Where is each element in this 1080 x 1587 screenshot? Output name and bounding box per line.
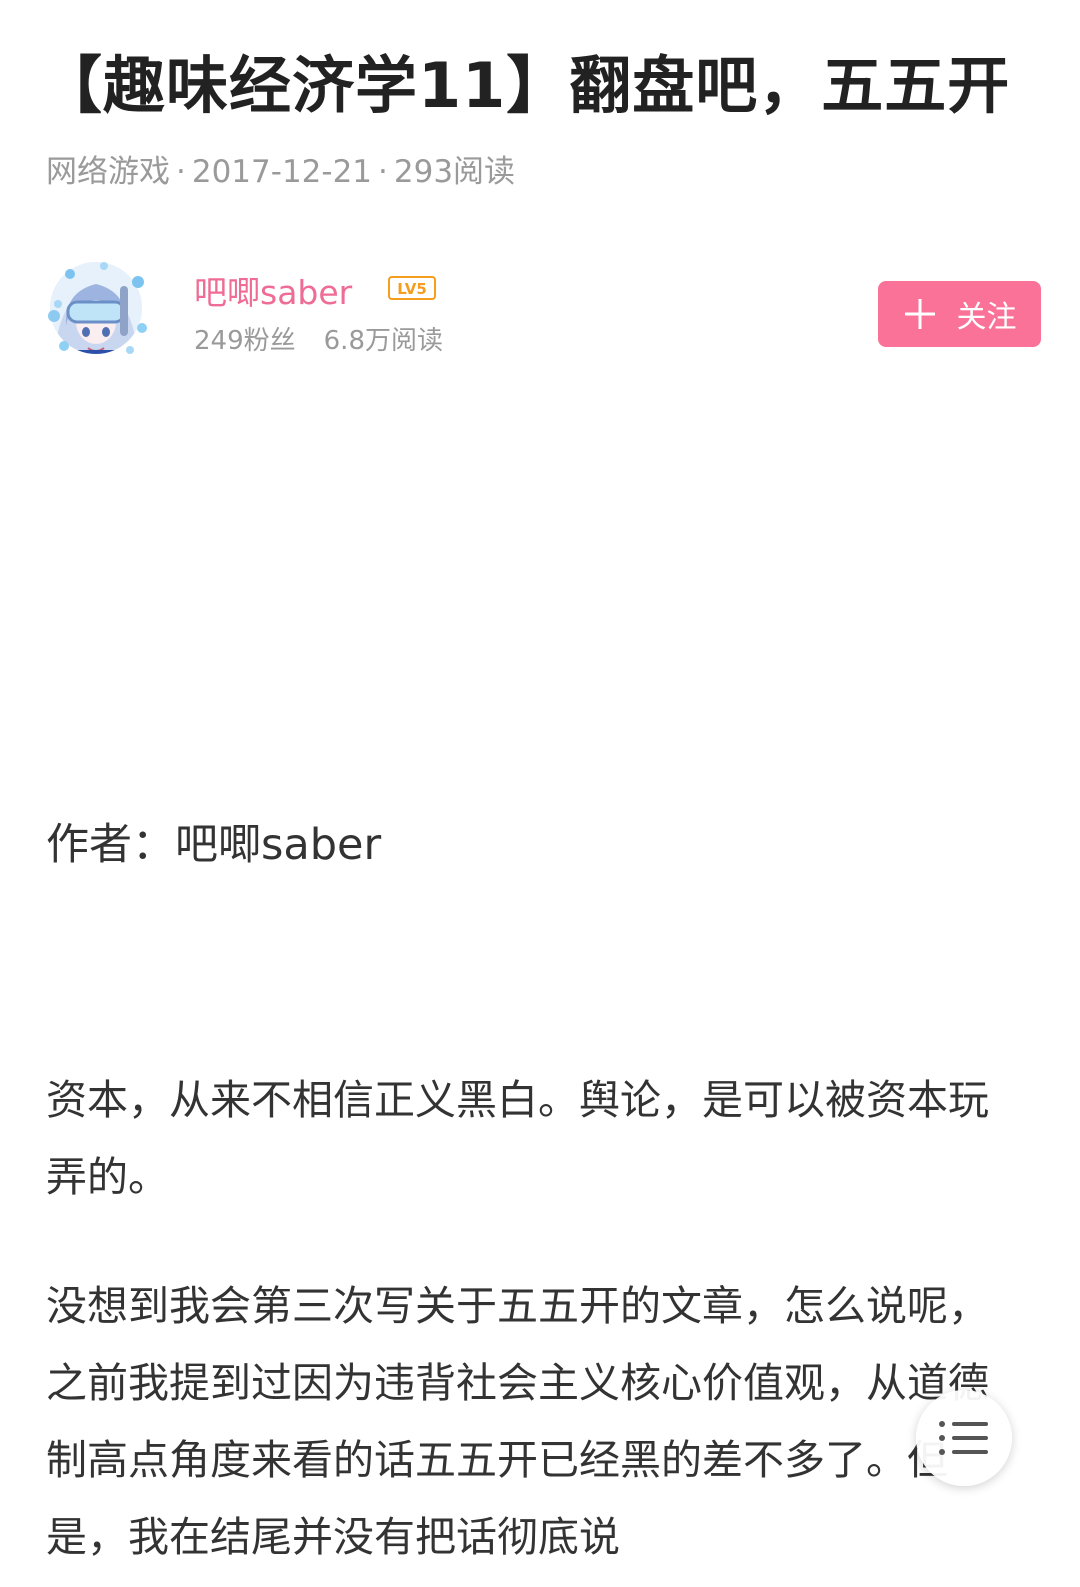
- article-byline: 作者：吧唧saber: [46, 820, 382, 870]
- avatar-image-icon: [48, 262, 147, 354]
- plus-icon: [904, 299, 935, 329]
- follow-label: 关注: [956, 300, 1017, 335]
- author-avatar[interactable]: [44, 256, 148, 360]
- article-category[interactable]: 网络游戏: [46, 154, 170, 190]
- level-label: LV5: [397, 280, 427, 298]
- article-paragraph: 没想到我会第三次写关于五五开的文章，怎么说呢，之前我提到过因为违背社会主义核心价…: [46, 1282, 989, 1561]
- article-paragraph: 资本，从来不相信正义黑白。舆论，是可以被资本玩弄的。: [46, 1076, 989, 1201]
- follow-button[interactable]: 关注: [878, 281, 1041, 347]
- author-total-reads: 6.8万阅读: [323, 326, 443, 356]
- article-meta: 网络游戏 · 2017-12-21 · 293阅读: [46, 154, 516, 190]
- article-title: 【趣味经济学11】翻盘吧，五五开: [40, 49, 1011, 122]
- article-read-count: 293阅读: [393, 154, 516, 190]
- author-name[interactable]: 吧唧saber: [194, 266, 352, 314]
- level-badge: LV5: [388, 276, 436, 300]
- article-date: 2017-12-21: [191, 154, 373, 190]
- table-of-contents-button[interactable]: [916, 1390, 1012, 1486]
- author-fans: 249粉丝: [194, 326, 296, 356]
- list-icon: [939, 1421, 988, 1455]
- level-badge-icon: LV5: [388, 276, 436, 300]
- author-stats: 249粉丝 6.8万阅读: [194, 320, 443, 357]
